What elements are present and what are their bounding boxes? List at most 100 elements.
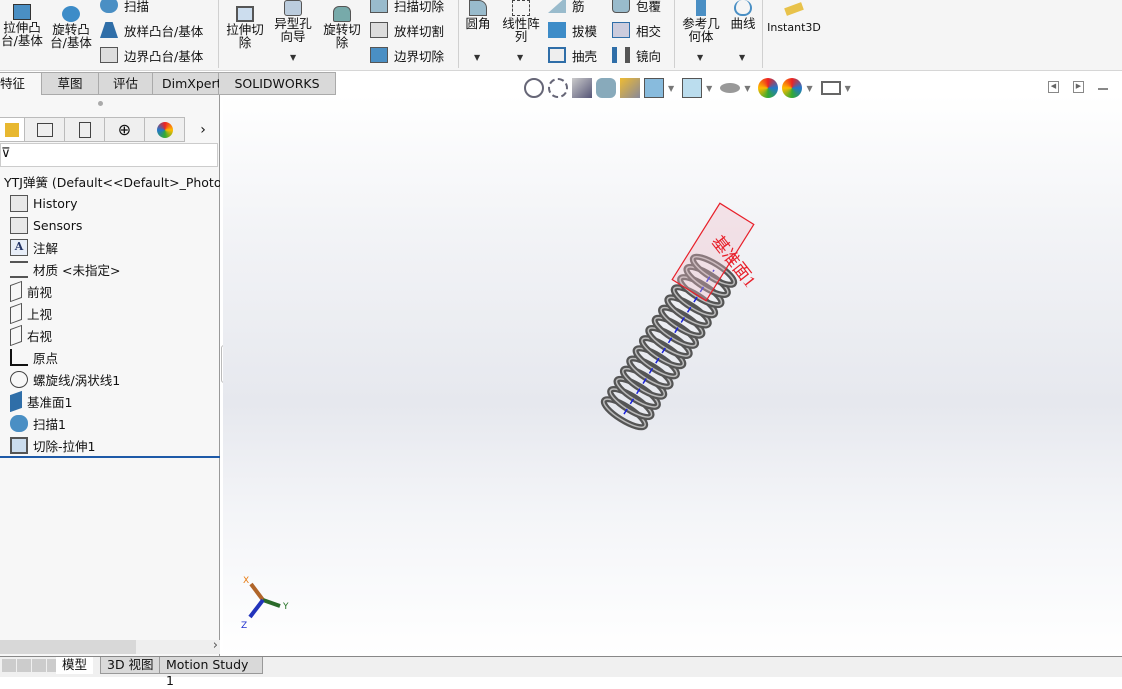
tab-dimxpert[interactable]: DimXpert (153, 72, 222, 95)
tree-item-sweep1[interactable]: 扫描1 (0, 412, 220, 434)
tree-item-history[interactable]: History (0, 192, 220, 214)
instant3d-button[interactable]: Instant3D (766, 2, 822, 34)
dynamic-annotation-icon[interactable] (620, 78, 640, 98)
tree-item-helix[interactable]: 螺旋线/涡状线1 (0, 368, 220, 390)
tree-item-origin[interactable]: 原点 (0, 346, 220, 368)
tree-item-right-plane[interactable]: 右视 (0, 324, 220, 346)
scrollbar-thumb[interactable] (0, 640, 136, 654)
bottom-tab-bar: 模型 3D 视图 Motion Study 1 (0, 656, 1122, 688)
tree-item-plane1[interactable]: 基准面1 (0, 390, 220, 412)
tree-root-part[interactable]: YTJ弹簧 (Default<<Default>_PhotoV (0, 170, 220, 192)
minimize-icon[interactable] (1098, 88, 1108, 90)
tree-item-top-plane[interactable]: 上视 (0, 302, 220, 324)
tree-item-front-plane[interactable]: 前视 (0, 280, 220, 302)
plane-feature-icon (10, 390, 22, 412)
rib-button[interactable]: 筋 (548, 0, 585, 14)
previous-tab-icon[interactable] (17, 659, 31, 672)
revolve-boss-icon (62, 6, 80, 22)
tab-property-manager[interactable] (25, 117, 65, 142)
reference-geometry-button[interactable]: 参考几何体 (680, 0, 722, 43)
linear-pattern-button[interactable]: 线性阵列 (500, 0, 542, 43)
extrude-boss-button[interactable]: 拉伸凸台/基体 (0, 4, 44, 47)
tab-configuration-manager[interactable] (65, 117, 105, 142)
tab-motion-study-1[interactable]: Motion Study 1 (159, 657, 263, 688)
tab-3d-views[interactable]: 3D 视图 (100, 657, 161, 674)
display-style-icon[interactable] (682, 78, 703, 98)
graphics-area[interactable]: 基准面1 X Y Z ◀ ▶ (223, 81, 1122, 656)
revolve-boss-button[interactable]: 旋转凸台/基体 (48, 6, 94, 49)
mirror-icon (612, 47, 630, 63)
zoom-to-area-icon[interactable] (548, 78, 568, 98)
view-settings-icon[interactable] (820, 81, 841, 95)
next-tab-icon[interactable] (32, 659, 46, 672)
chevron-right-icon[interactable]: › (213, 638, 218, 653)
view-orientation-icon[interactable] (644, 78, 664, 98)
draft-button[interactable]: 拔模 (548, 21, 597, 39)
hole-wizard-icon (284, 0, 302, 16)
revolve-cut-button[interactable]: 旋转切除 (321, 6, 363, 49)
plane-icon (10, 302, 22, 324)
tab-evaluate[interactable]: 评估 (99, 72, 153, 95)
sweep-button[interactable]: 扫描 (100, 0, 149, 14)
cut-extrude-icon (10, 436, 28, 454)
shell-button[interactable]: 抽壳 (548, 46, 597, 64)
tab-display-manager[interactable] (145, 117, 185, 142)
history-icon (10, 194, 28, 212)
crosshair-icon: ⊕ (117, 120, 132, 139)
instant3d-icon (784, 2, 804, 16)
tab-solidworks-addins[interactable]: SOLIDWORKS 插件 (219, 72, 336, 113)
revolve-cut-icon (333, 6, 351, 22)
boundary-cut-button[interactable]: 边界切除 (370, 46, 444, 64)
rollback-bar[interactable] (0, 456, 220, 458)
sweep-icon (100, 0, 118, 13)
collapse-left-icon[interactable]: ◀ (1048, 81, 1059, 93)
intersect-icon (612, 22, 630, 38)
configuration-manager-icon (78, 121, 91, 138)
zoom-to-fit-icon[interactable] (524, 78, 544, 98)
panel-grip[interactable] (98, 101, 103, 106)
curves-button[interactable]: 曲线 (728, 0, 758, 30)
triad-y-label: Y (282, 602, 289, 612)
mirror-button[interactable]: 镜向 (612, 46, 661, 64)
swept-cut-button[interactable]: 扫描切除 (370, 0, 444, 14)
chevron-right-icon: › (200, 121, 206, 138)
edit-appearance-icon[interactable] (758, 78, 779, 98)
tree-item-material[interactable]: 材质 <未指定> (0, 258, 220, 280)
display-manager-icon (156, 121, 173, 138)
extrude-cut-button[interactable]: 拉伸切除 (224, 6, 266, 49)
tab-feature-tree[interactable] (0, 117, 25, 142)
annotations-icon: A (10, 238, 28, 256)
wrap-button[interactable]: 包覆 (612, 0, 661, 14)
boundary-boss-button[interactable]: 边界凸台/基体 (100, 46, 203, 64)
expand-right-icon[interactable]: ▶ (1073, 81, 1084, 93)
sweep-icon (10, 414, 28, 432)
fillet-button[interactable]: 圆角 (462, 0, 494, 30)
loft-cut-icon (370, 22, 388, 38)
tab-model[interactable]: 模型 (56, 657, 94, 674)
tree-item-cut-extrude1[interactable]: 切除-拉伸1 (0, 434, 220, 456)
tab-dimxpert-manager[interactable]: ⊕ (105, 117, 145, 142)
tab-features[interactable]: 特征 (0, 72, 42, 95)
tree-item-annotations[interactable]: A 注解 (0, 236, 220, 258)
more-tabs-button[interactable]: › (185, 117, 221, 142)
hole-wizard-button[interactable]: 异型孔向导 (272, 0, 314, 43)
wrap-icon (612, 0, 630, 13)
intersect-button[interactable]: 相交 (612, 21, 661, 39)
swept-cut-icon (370, 0, 388, 13)
command-manager: 拉伸凸台/基体 旋转凸台/基体 扫描 放样凸台/基体 边界凸台/基体 拉伸切除 … (0, 0, 1122, 71)
horizontal-scrollbar[interactable]: › (0, 638, 220, 654)
reference-geometry-icon (696, 0, 706, 16)
section-view-icon[interactable] (596, 78, 616, 98)
hide-show-items-icon[interactable] (720, 83, 741, 93)
previous-view-icon[interactable] (572, 78, 592, 98)
apply-scene-icon[interactable] (782, 78, 803, 98)
loft-boss-button[interactable]: 放样凸台/基体 (100, 21, 203, 39)
loft-boss-icon (100, 22, 118, 38)
loft-cut-button[interactable]: 放样切割 (370, 21, 444, 39)
linear-pattern-icon (512, 0, 530, 16)
tree-item-sensors[interactable]: Sensors (0, 214, 220, 236)
tab-sketch[interactable]: 草图 (42, 72, 99, 95)
plane-icon (10, 280, 22, 302)
tree-filter-input[interactable]: ⊽ (0, 143, 218, 167)
first-tab-icon[interactable] (2, 659, 16, 672)
